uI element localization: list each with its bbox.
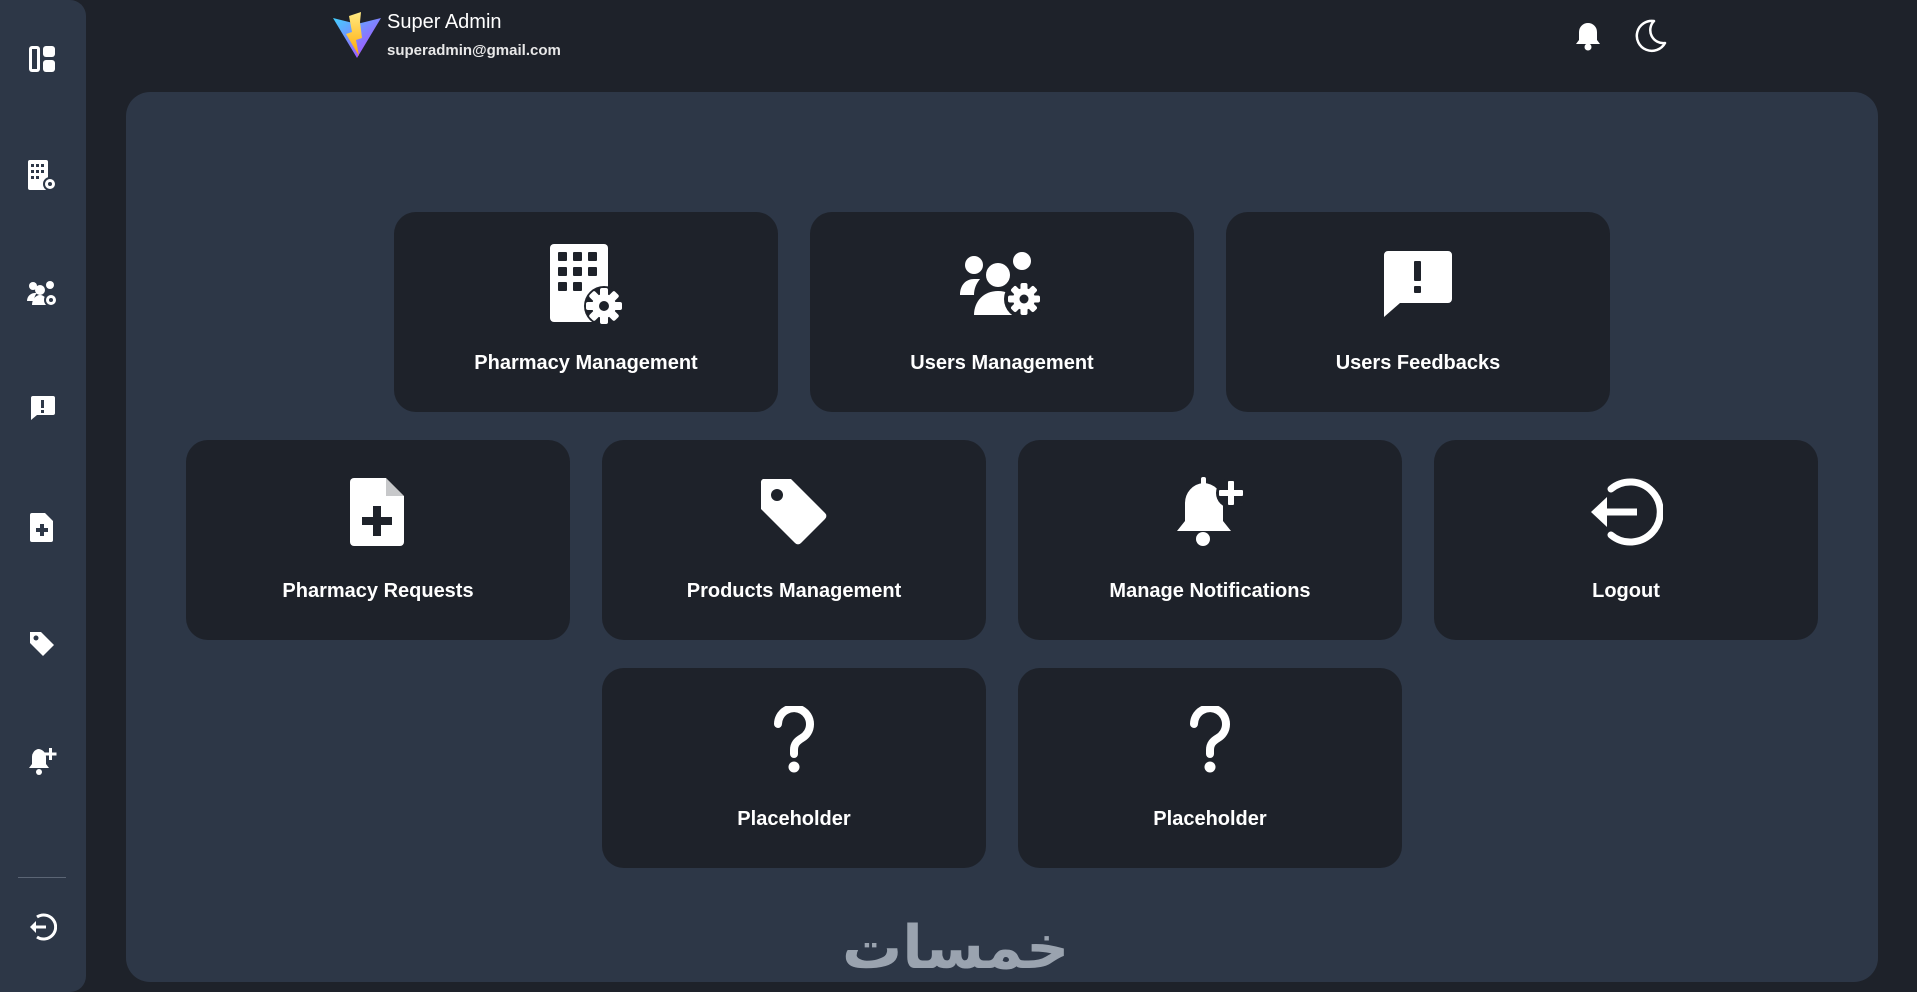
logout-icon (1434, 470, 1818, 554)
bell-plus-icon (1018, 470, 1402, 554)
card-placeholder-1[interactable]: Placeholder (602, 668, 986, 868)
pharmacy-gear-icon (394, 242, 778, 326)
sidebar (0, 0, 86, 992)
card-products-management[interactable]: Products Management (602, 440, 986, 640)
card-label: Users Feedbacks (1335, 352, 1501, 374)
card-label: Products Management (686, 580, 902, 602)
watermark-logo: خمسات (842, 913, 1070, 983)
dashboard-icon[interactable] (23, 40, 61, 78)
card-label: Placeholder (1153, 808, 1267, 830)
logout-icon[interactable] (23, 908, 61, 946)
card-users-feedbacks[interactable]: Users Feedbacks (1226, 212, 1610, 412)
bell-plus-icon[interactable] (23, 742, 61, 780)
notifications-bell-icon[interactable] (1568, 16, 1608, 56)
feedback-icon[interactable] (23, 389, 61, 427)
file-add-icon[interactable] (23, 508, 61, 546)
card-label: Pharmacy Requests (282, 580, 474, 602)
card-label: Manage Notifications (1109, 580, 1311, 602)
user-profile: Super Admin superadmin@gmail.com (331, 10, 561, 62)
users-gear-icon (810, 242, 1194, 326)
main-panel: Pharmacy Management Users Management Use… (126, 92, 1878, 982)
card-logout[interactable]: Logout (1434, 440, 1818, 640)
question-icon (1018, 698, 1402, 782)
pharmacy-icon[interactable] (23, 156, 61, 194)
feedback-icon (1226, 242, 1610, 326)
card-manage-notifications[interactable]: Manage Notifications (1018, 440, 1402, 640)
tag-icon[interactable] (23, 625, 61, 663)
sidebar-divider (18, 877, 66, 878)
question-icon (602, 698, 986, 782)
dark-mode-moon-icon[interactable] (1630, 16, 1670, 56)
user-name: Super Admin (387, 11, 502, 33)
user-email: superadmin@gmail.com (387, 42, 561, 59)
card-users-management[interactable]: Users Management (810, 212, 1194, 412)
file-add-icon (186, 470, 570, 554)
card-pharmacy-management[interactable]: Pharmacy Management (394, 212, 778, 412)
vite-logo-icon (333, 12, 381, 58)
card-label: Users Management (910, 352, 1094, 374)
card-label: Pharmacy Management (474, 352, 698, 374)
tag-icon (602, 470, 986, 554)
card-label: Logout (1592, 580, 1660, 602)
users-gear-icon[interactable] (23, 274, 61, 312)
card-label: Placeholder (737, 808, 851, 830)
card-placeholder-2[interactable]: Placeholder (1018, 668, 1402, 868)
card-pharmacy-requests[interactable]: Pharmacy Requests (186, 440, 570, 640)
